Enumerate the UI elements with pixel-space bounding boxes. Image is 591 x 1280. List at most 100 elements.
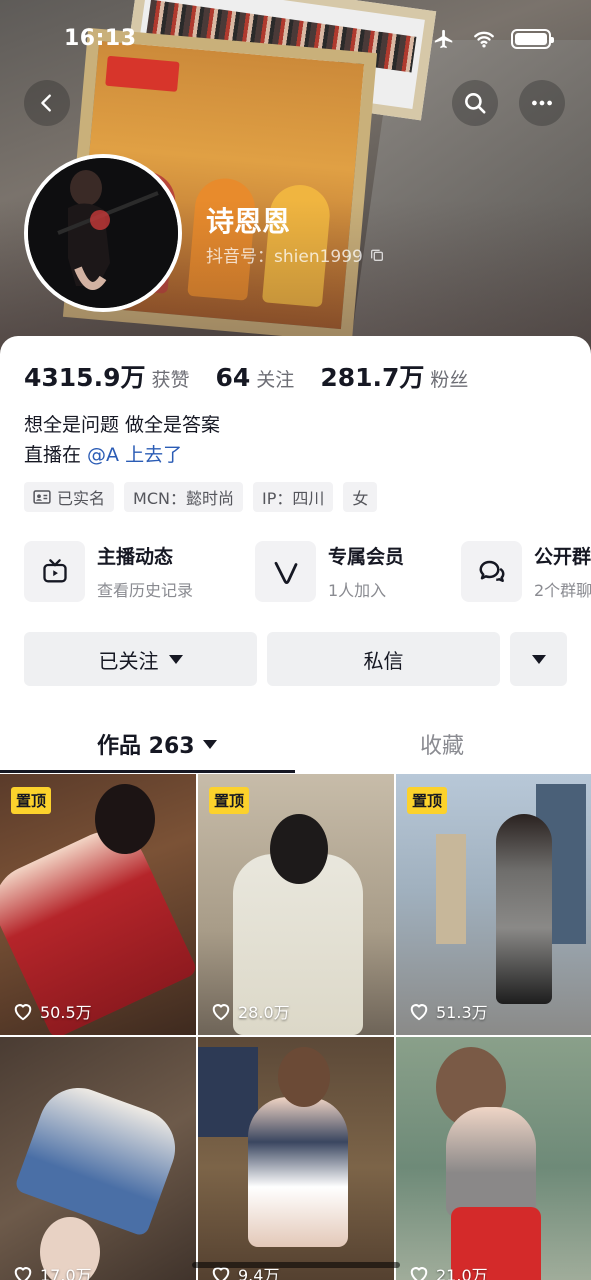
message-label: 私信 xyxy=(363,648,404,673)
video-thumbnail[interactable]: 置顶 28.0万 xyxy=(198,774,394,1035)
profile-page: 16:13 诗恩恩 抖音号：shien1999 4315.9万 获赞 64 关注… xyxy=(0,0,591,1280)
chat-icon-box xyxy=(461,541,522,602)
pinned-badge: 置顶 xyxy=(407,787,448,814)
back-button[interactable] xyxy=(24,80,70,126)
v-badge-icon-box xyxy=(255,541,316,602)
like-count: 51.3万 xyxy=(408,999,488,1023)
profile-tags: 已实名 MCN：懿时尚 IP：四川 女 xyxy=(24,482,378,512)
bio-line-1: 想全是问题 做全是答案 xyxy=(24,414,221,436)
copy-icon[interactable] xyxy=(369,247,385,263)
tag-label: 已实名 xyxy=(57,489,106,508)
tab-works[interactable]: 作品 263 xyxy=(97,720,217,768)
like-count: 50.5万 xyxy=(12,999,92,1023)
tag-label: MCN：懿时尚 xyxy=(133,489,234,508)
avatar-image xyxy=(28,158,178,308)
feature-streamer-updates[interactable]: 主播动态 查看历史记录 xyxy=(24,541,193,602)
tv-icon-box xyxy=(24,541,85,602)
feature-subtitle: 查看历史记录 xyxy=(97,581,194,600)
tab-works-label: 作品 263 xyxy=(97,734,195,759)
followed-button[interactable]: 已关注 xyxy=(24,632,257,686)
tag-mcn[interactable]: MCN：懿时尚 xyxy=(124,482,243,512)
chevron-left-icon xyxy=(41,94,51,112)
heart-icon xyxy=(410,1004,428,1021)
feature-entries: 主播动态 查看历史记录 专属会员 1人加入 公开群 2个群聊 xyxy=(24,541,591,603)
heart-icon xyxy=(212,1004,230,1021)
feature-membership[interactable]: 专属会员 1人加入 xyxy=(255,541,404,602)
search-button[interactable] xyxy=(452,80,498,126)
works-grid: 置顶 50.5万 置顶 28.0万 置顶 51.3万 17.0万 9.4万 21… xyxy=(0,774,591,1280)
heart-icon xyxy=(14,1267,32,1280)
caret-down-icon xyxy=(168,654,183,664)
profile-card: 4315.9万 获赞 64 关注 281.7万 粉丝 想全是问题 做全是答案 直… xyxy=(0,336,591,1280)
like-count-value: 51.3万 xyxy=(436,1003,488,1022)
chat-icon xyxy=(479,560,504,582)
avatar[interactable] xyxy=(24,154,182,312)
video-thumbnail[interactable]: 9.4万 xyxy=(198,1037,394,1280)
stat-label: 关注 xyxy=(256,369,295,391)
feature-subtitle: 2个群聊 xyxy=(534,581,591,600)
stat-label: 粉丝 xyxy=(430,369,469,391)
tag-label: IP：四川 xyxy=(261,489,325,508)
pinned-badge: 置顶 xyxy=(11,787,52,814)
v-badge-icon xyxy=(274,561,297,584)
more-actions-button[interactable] xyxy=(510,632,567,686)
like-count: 28.0万 xyxy=(210,999,290,1023)
heart-icon xyxy=(14,1004,32,1021)
feature-public-group[interactable]: 公开群 2个群聊 xyxy=(461,541,591,602)
feature-title: 公开群 xyxy=(534,546,591,568)
heart-icon xyxy=(410,1267,428,1280)
douyin-id-text: 抖音号：shien1999 xyxy=(206,247,363,267)
id-card-icon xyxy=(33,490,51,504)
tab-favorites-label: 收藏 xyxy=(420,734,465,759)
stat-value: 4315.9万 xyxy=(24,363,146,392)
status-time: 16:13 xyxy=(64,26,137,51)
stat-followers[interactable]: 281.7万 粉丝 xyxy=(320,358,468,394)
douyin-id: 抖音号：shien1999 xyxy=(206,242,385,267)
video-thumbnail[interactable]: 置顶 50.5万 xyxy=(0,774,196,1035)
tab-favorites[interactable]: 收藏 xyxy=(420,720,464,768)
video-thumbnail[interactable]: 置顶 51.3万 xyxy=(396,774,591,1035)
feature-subtitle: 1人加入 xyxy=(328,581,387,600)
video-thumbnail[interactable]: 21.0万 xyxy=(396,1037,591,1280)
like-count-value: 21.0万 xyxy=(436,1266,488,1280)
like-count: 21.0万 xyxy=(408,1262,488,1280)
tab-indicator xyxy=(0,770,295,773)
caret-down-icon xyxy=(531,654,546,664)
followed-label: 已关注 xyxy=(98,648,159,673)
like-count: 17.0万 xyxy=(12,1262,92,1280)
stat-value: 64 xyxy=(215,363,251,392)
bio-line-2: 直播在 @A 上去了 xyxy=(24,440,220,470)
action-buttons: 已关注 私信 xyxy=(24,632,567,686)
home-indicator xyxy=(192,1262,400,1268)
tag-gender: 女 xyxy=(343,482,378,512)
video-thumbnail[interactable]: 17.0万 xyxy=(0,1037,196,1280)
pinned-badge: 置顶 xyxy=(209,787,250,814)
like-count-value: 17.0万 xyxy=(40,1266,92,1280)
content-tabs: 作品 263 收藏 xyxy=(0,720,591,774)
stat-following[interactable]: 64 关注 xyxy=(216,363,295,392)
message-button[interactable]: 私信 xyxy=(267,632,500,686)
stat-value: 281.7万 xyxy=(320,363,425,392)
tag-verified: 已实名 xyxy=(24,482,115,512)
tag-ip: IP：四川 xyxy=(252,482,334,512)
feature-title: 主播动态 xyxy=(97,546,174,568)
tag-label: 女 xyxy=(352,489,369,508)
more-horizontal-icon xyxy=(532,100,552,106)
more-button[interactable] xyxy=(519,80,565,126)
like-count-value: 28.0万 xyxy=(238,1003,290,1022)
profile-name: 诗恩恩 xyxy=(206,205,291,238)
stat-label: 获赞 xyxy=(151,369,190,391)
like-count-value: 50.5万 xyxy=(40,1003,92,1022)
feature-title: 专属会员 xyxy=(328,546,405,568)
bio: 想全是问题 做全是答案 直播在 @A 上去了 xyxy=(24,410,220,470)
battery-icon xyxy=(511,29,554,49)
caret-down-icon xyxy=(202,739,217,749)
stats-row: 4315.9万 获赞 64 关注 281.7万 粉丝 xyxy=(24,358,468,394)
status-bar: 16:13 xyxy=(0,22,591,58)
bio-mention-link[interactable]: @A 上去了 xyxy=(87,444,182,466)
wifi-icon xyxy=(474,31,494,48)
search-icon xyxy=(465,93,486,114)
stat-likes: 4315.9万 获赞 xyxy=(24,358,190,394)
tv-icon xyxy=(42,558,67,582)
bio-live-prefix: 直播在 xyxy=(24,444,88,466)
